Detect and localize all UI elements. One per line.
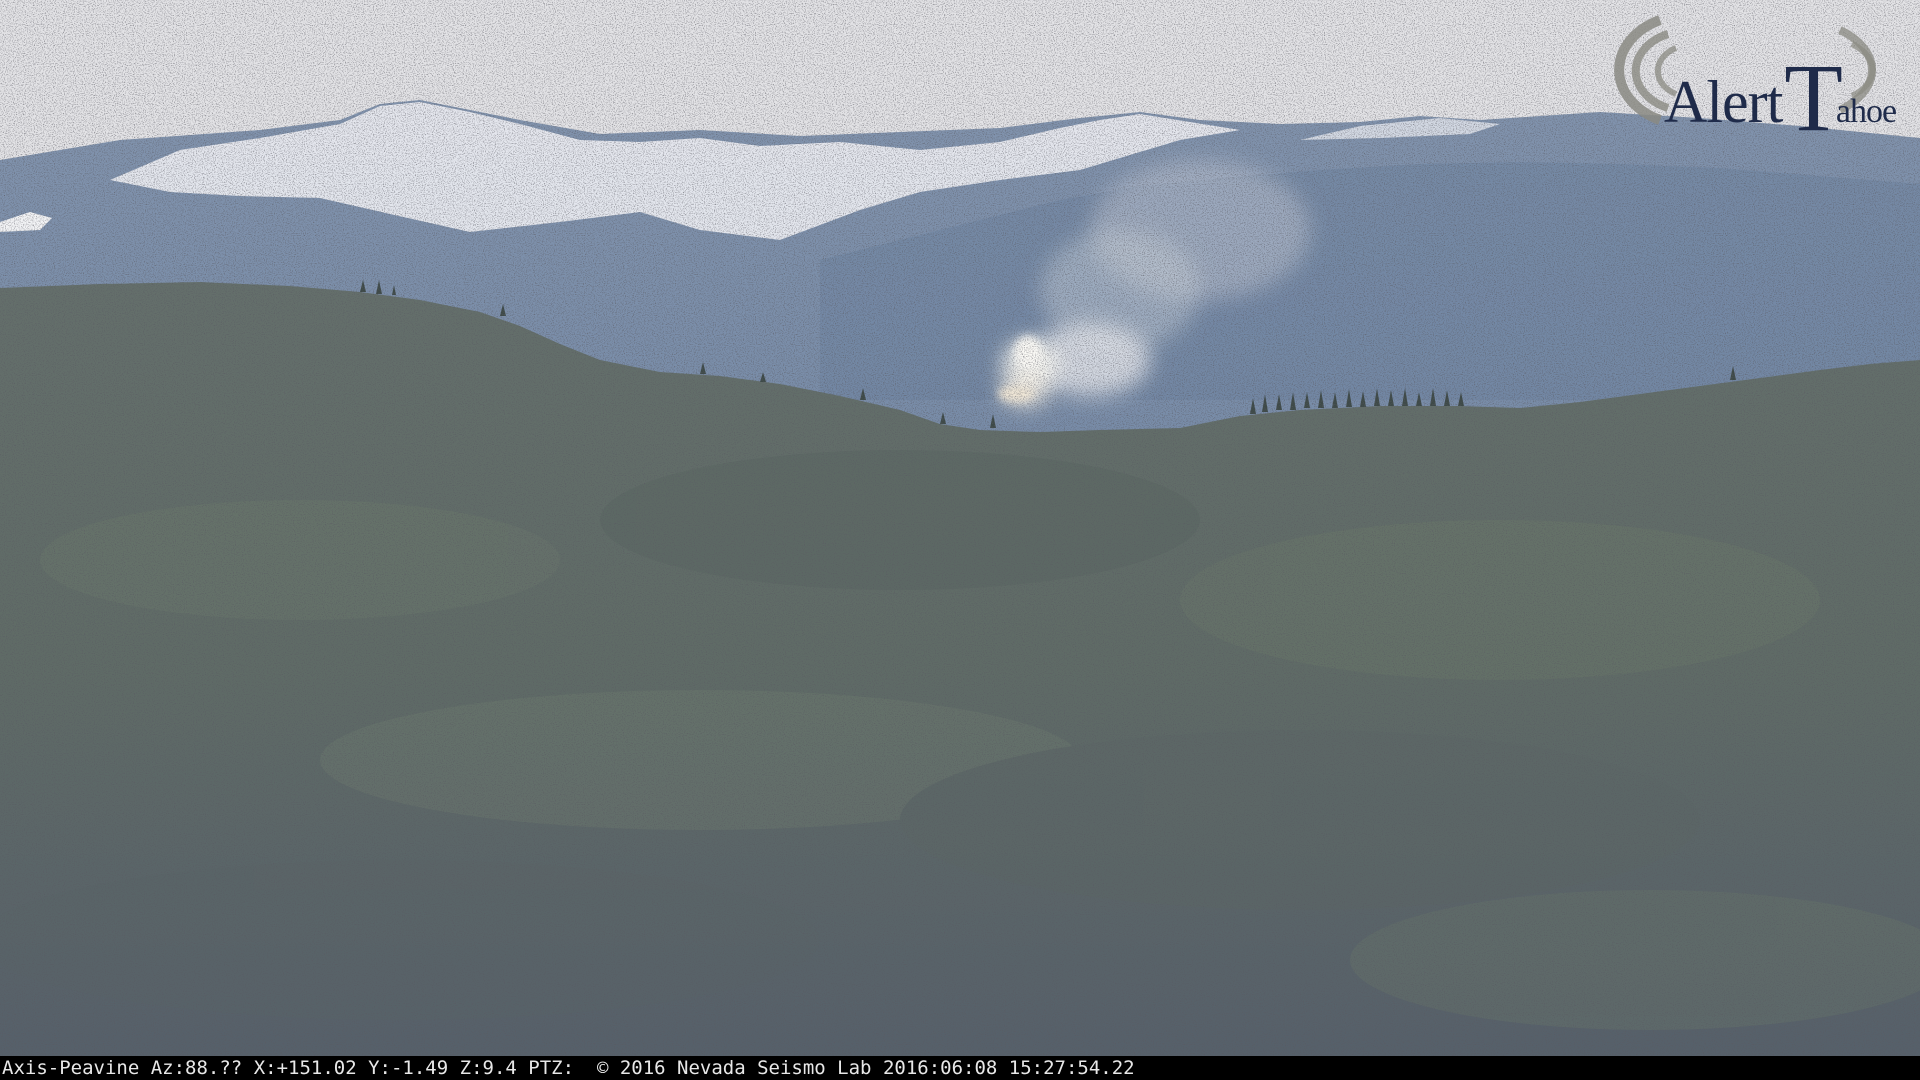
zoom-readout: Z:9.4 <box>459 1057 517 1079</box>
azimuth-readout: Az:88.?? <box>150 1057 243 1079</box>
logo-ahoe-text: ahoe <box>1835 93 1897 130</box>
timestamp: 2016:06:08 15:27:54.22 <box>882 1057 1135 1079</box>
logo-t-letter: T <box>1784 44 1843 151</box>
x-coordinate-readout: X:+151.02 <box>253 1057 357 1079</box>
noise-overlay <box>0 0 1920 1056</box>
copyright-notice: © 2016 Nevada Seismo Lab <box>596 1057 872 1079</box>
y-coordinate-readout: Y:-1.49 <box>368 1057 449 1079</box>
logo-wordmark: AlertTahoe <box>1664 34 1897 151</box>
alert-tahoe-logo: AlertTahoe <box>1590 0 1920 151</box>
camera-name: Axis-Peavine <box>2 1057 140 1079</box>
camera-status-bar: Axis-Peavine Az:88.?? X:+151.02 Y:-1.49 … <box>0 1056 1920 1080</box>
ptz-label: PTZ: <box>528 1057 575 1079</box>
landscape-scene <box>0 0 1920 1056</box>
logo-alert-text: Alert <box>1664 69 1783 135</box>
webcam-frame: AlertTahoe Axis-Peavine Az:88.?? X:+151.… <box>0 0 1920 1080</box>
